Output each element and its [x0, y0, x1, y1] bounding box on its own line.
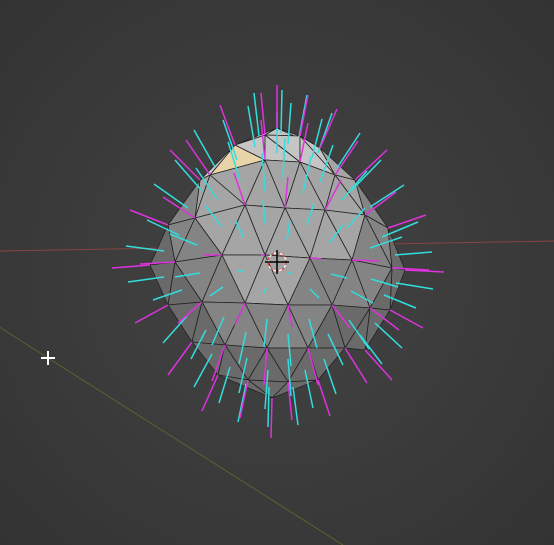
origin-marker-icon [41, 351, 55, 365]
axis-y-icon [0, 200, 48, 358]
viewport-canvas [0, 0, 554, 545]
3d-viewport[interactable] [0, 0, 554, 545]
